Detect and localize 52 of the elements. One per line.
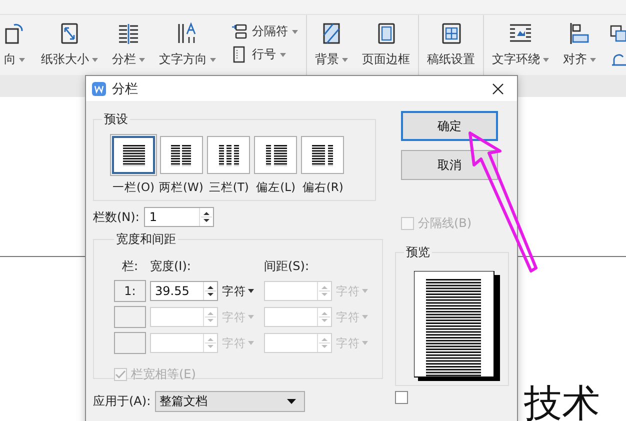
ribbon-button[interactable]: 纸张大小 bbox=[41, 19, 98, 70]
column-layout-icon bbox=[312, 144, 334, 166]
group-title: 预设 bbox=[103, 111, 129, 128]
close-icon[interactable] bbox=[491, 82, 505, 96]
document-text: 技术 bbox=[524, 380, 600, 421]
rotate-icon bbox=[610, 53, 626, 67]
caret-icon bbox=[248, 315, 254, 319]
number-field[interactable]: 1 bbox=[144, 207, 214, 227]
number-input[interactable]: 1 bbox=[145, 208, 200, 226]
column-layout-icon bbox=[122, 144, 144, 166]
columns-icon bbox=[116, 21, 141, 46]
caret-icon bbox=[362, 289, 368, 293]
field-label: 栏数(N): bbox=[93, 208, 140, 226]
column-layout-icon bbox=[218, 144, 240, 166]
number-input[interactable]: 39.55 bbox=[151, 282, 203, 300]
column-header: 间距(S): bbox=[264, 258, 310, 275]
ribbon-button[interactable]: 对齐 bbox=[563, 19, 596, 70]
column-layout-icon bbox=[170, 144, 192, 166]
dialog-button[interactable]: 确定 bbox=[401, 111, 498, 141]
ribbon-button[interactable]: 稿纸设置 bbox=[427, 19, 475, 70]
check-icon bbox=[115, 370, 126, 379]
ribbon-button[interactable]: 向 bbox=[2, 19, 27, 70]
column-number bbox=[114, 332, 146, 354]
caret-icon bbox=[248, 341, 254, 345]
dialog-title: 分栏 bbox=[112, 80, 139, 98]
column-header: 栏: bbox=[120, 258, 140, 275]
app-icon bbox=[92, 82, 106, 96]
group-title: 预览 bbox=[405, 244, 431, 261]
ribbon-button[interactable]: 分隔符 bbox=[230, 23, 298, 40]
apply-to-dropdown[interactable]: 整篇文档 bbox=[154, 391, 305, 412]
ribbon-button[interactable]: 页面边框 bbox=[362, 19, 410, 70]
field-label: 应用于(A): bbox=[93, 393, 151, 410]
dialog-button[interactable]: 取消 bbox=[401, 150, 498, 180]
checkbox[interactable] bbox=[395, 391, 408, 404]
layers-icon bbox=[610, 25, 626, 43]
number-field[interactable]: 39.55 bbox=[150, 281, 218, 301]
column-number bbox=[114, 306, 146, 328]
ribbon-button[interactable]: 背景 bbox=[315, 19, 348, 70]
group-title: 宽度和间距 bbox=[115, 231, 177, 248]
ribbon-button[interactable]: 文字方向 bbox=[159, 19, 216, 70]
column-number: 1: bbox=[114, 280, 146, 302]
caret-icon bbox=[286, 399, 296, 404]
caret-icon bbox=[362, 315, 368, 319]
ribbon-button[interactable]: 行号 bbox=[230, 46, 298, 63]
caret-icon bbox=[248, 289, 254, 293]
column-layout-icon bbox=[264, 144, 287, 166]
ribbon-button[interactable]: 文字环绕 bbox=[492, 19, 549, 70]
separator-icon bbox=[230, 23, 248, 40]
caret-icon bbox=[362, 341, 368, 345]
column-header: 宽度(I): bbox=[150, 258, 192, 275]
unit-dropdown[interactable]: 字符 bbox=[222, 284, 260, 298]
ribbon-button[interactable]: 分栏 bbox=[112, 19, 145, 70]
